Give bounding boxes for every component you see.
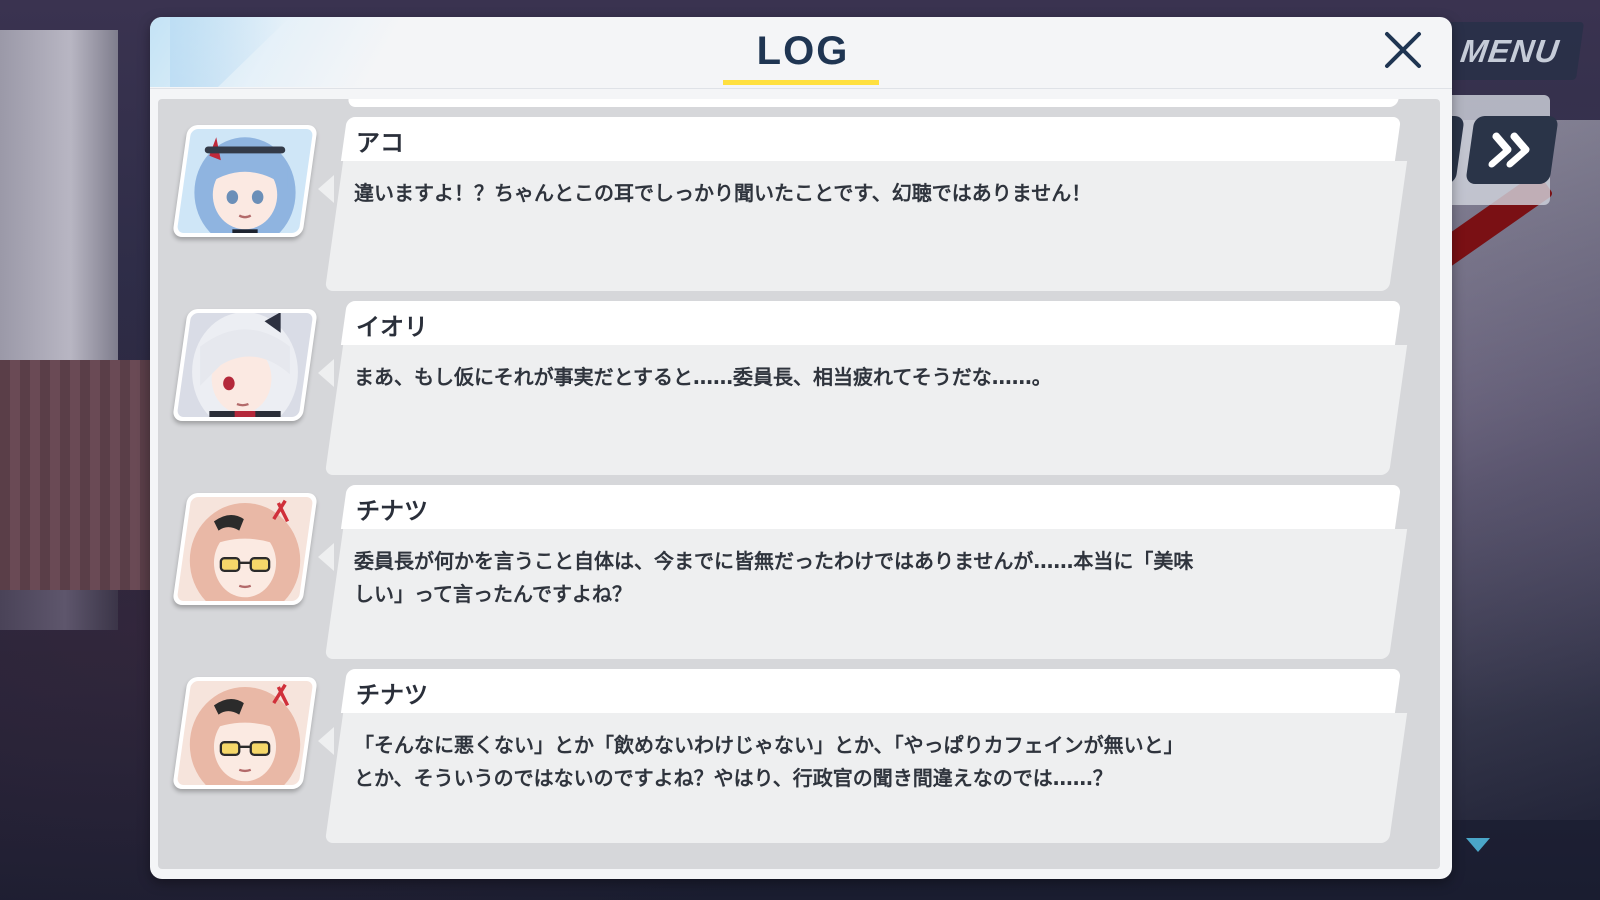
- title-underline: [723, 80, 879, 85]
- chinatsu-portrait-icon: [176, 681, 314, 785]
- log-entry: アコ 違いますよ！？ちゃんとこの耳でしっかり聞いたことです、幻聴ではありません！: [158, 117, 1440, 293]
- bubble-tail: [318, 543, 334, 571]
- message-text: 「そんなに悪くない」とか「飲めないわけじゃない」とか、「やっぱりカフェインが無い…: [354, 733, 1184, 790]
- log-entry: チナツ 委員長が何かを言うこと自体は、今までに皆無だったわけではありませんが………: [158, 485, 1440, 661]
- bubble-tail: [318, 727, 334, 755]
- scroll-down-icon[interactable]: [1466, 838, 1490, 852]
- bubble-tail: [318, 175, 334, 203]
- message-text: まあ、もし仮にそれが事実だとすると……委員長、相当疲れてそうだな……。: [354, 365, 1052, 389]
- ako-portrait-icon: [176, 129, 314, 233]
- close-button[interactable]: [1378, 25, 1428, 75]
- name-bar: [340, 301, 1402, 345]
- character-portrait: [172, 125, 318, 237]
- log-list[interactable]: アコ 違いますよ！？ちゃんとこの耳でしっかり聞いたことです、幻聴ではありません！: [158, 99, 1440, 869]
- previous-entry-edge: [347, 99, 1399, 107]
- character-portrait: [172, 677, 318, 789]
- message-bubble: イオリ まあ、もし仮にそれが事実だとすると……委員長、相当疲れてそうだな……。: [318, 301, 1408, 477]
- log-header: LOG: [150, 17, 1452, 89]
- log-entry: イオリ まあ、もし仮にそれが事実だとすると……委員長、相当疲れてそうだな……。: [158, 301, 1440, 477]
- message-bubble: アコ 違いますよ！？ちゃんとこの耳でしっかり聞いたことです、幻聴ではありません！: [318, 117, 1408, 293]
- background-pillar-base: [0, 360, 150, 590]
- message-bubble: チナツ 委員長が何かを言うこと自体は、今までに皆無だったわけではありませんが………: [318, 485, 1408, 661]
- name-bar: [340, 117, 1402, 161]
- close-icon: [1385, 32, 1421, 68]
- speaker-name: イオリ: [356, 313, 428, 341]
- speaker-name: チナツ: [356, 681, 428, 709]
- log-entry: チナツ 「そんなに悪くない」とか「飲めないわけじゃない」とか、「やっぱりカフェイ…: [158, 669, 1440, 845]
- bubble-tail: [318, 359, 334, 387]
- fast-forward-icon: [1488, 132, 1530, 168]
- character-portrait: [172, 309, 318, 421]
- skip-button[interactable]: [1465, 116, 1559, 184]
- character-portrait: [172, 493, 318, 605]
- name-bar: [340, 669, 1402, 713]
- menu-button[interactable]: MENU: [1435, 22, 1585, 80]
- message-text: 委員長が何かを言うこと自体は、今までに皆無だったわけではありませんが……本当に「…: [354, 549, 1194, 606]
- iori-portrait-icon: [176, 313, 314, 417]
- page-title: LOG: [756, 29, 850, 73]
- speaker-name: アコ: [356, 129, 404, 157]
- chinatsu-portrait-icon: [176, 497, 314, 601]
- message-text: 違いますよ！？ちゃんとこの耳でしっかり聞いたことです、幻聴ではありません！: [354, 181, 1092, 205]
- background-pillar-top: [0, 30, 118, 360]
- log-window: LOG アコ 違いますよ！？ちゃんとこの耳でしっかり聞いたことです、幻聴ではあり…: [150, 17, 1452, 879]
- name-bar: [340, 485, 1402, 529]
- speaker-name: チナツ: [356, 497, 428, 525]
- message-bubble: チナツ 「そんなに悪くない」とか「飲めないわけじゃない」とか、「やっぱりカフェイ…: [318, 669, 1408, 845]
